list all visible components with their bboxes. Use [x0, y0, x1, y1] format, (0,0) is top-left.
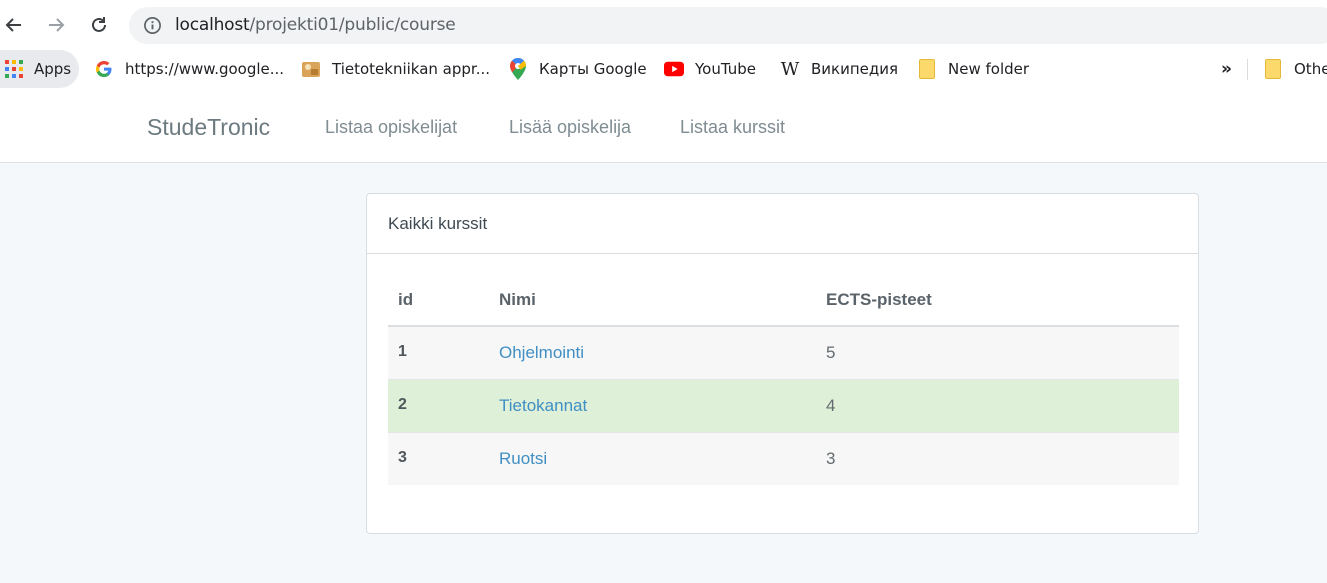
url-path: /projekti01/public/course: [249, 15, 456, 35]
folder-icon: [1263, 59, 1283, 79]
column-header-id: id: [398, 290, 414, 309]
bookmark-tietotekniikan[interactable]: Tietotekniikan appr...: [301, 50, 490, 88]
app-navbar: StudeTronic Listaa opiskelijat Lisää opi…: [0, 89, 1327, 163]
bookmark-label: Tietotekniikan appr...: [332, 60, 491, 78]
course-name-link[interactable]: Tietokannat: [499, 396, 587, 416]
back-arrow-icon: [5, 18, 21, 32]
bookmark-site-icon: [301, 59, 321, 79]
course-id: 1: [398, 343, 407, 360]
table-row: 2 Tietokannat 4: [388, 380, 1179, 433]
bookmark-label: Википедия: [811, 60, 899, 78]
bookmark-apps[interactable]: Apps: [4, 50, 71, 88]
bookmark-other[interactable]: Othe: [1263, 50, 1327, 88]
course-ects: 3: [826, 449, 836, 468]
course-id: 2: [398, 396, 407, 413]
url-text[interactable]: localhost/projekti01/public/course: [175, 15, 456, 35]
bookmarks-overflow-button[interactable]: »: [1221, 50, 1232, 88]
youtube-icon: [664, 59, 684, 79]
nav-list-students[interactable]: Listaa opiskelijat: [325, 117, 457, 138]
forward-arrow-icon: [49, 18, 65, 32]
bookmark-google[interactable]: https://www.google...: [94, 50, 284, 88]
bookmarks-bar: Apps https://www.google... Tietotekniika…: [0, 50, 1327, 89]
google-icon: [94, 59, 114, 79]
reload-button[interactable]: [85, 11, 113, 39]
back-button[interactable]: [0, 11, 28, 39]
bookmark-label: New folder: [948, 60, 1030, 78]
course-name-link[interactable]: Ruotsi: [499, 449, 547, 469]
table-row: 1 Ohjelmointi 5: [388, 327, 1179, 380]
reload-icon: [92, 17, 106, 32]
bookmark-label: YouTube: [695, 60, 756, 78]
browser-toolbar: localhost/projekti01/public/course: [0, 0, 1327, 50]
apps-grid-icon: [4, 59, 24, 79]
bookmark-youtube[interactable]: YouTube: [664, 50, 756, 88]
course-id: 3: [398, 449, 407, 466]
google-maps-icon: [508, 58, 528, 80]
bookmark-label: https://www.google...: [125, 60, 285, 78]
column-header-ects: ECTS-pisteet: [826, 290, 932, 309]
bookmarks-separator: [1247, 59, 1248, 80]
url-host: localhost: [175, 15, 250, 35]
site-info-icon[interactable]: [143, 16, 162, 40]
bookmark-label: Othe: [1294, 60, 1327, 78]
forward-button[interactable]: [42, 11, 70, 39]
courses-panel: Kaikki kurssit id Nimi ECTS-pisteet 1 Oh…: [366, 193, 1199, 534]
nav-list-courses[interactable]: Listaa kurssit: [680, 117, 785, 138]
folder-icon: [917, 59, 937, 79]
bookmark-new-folder[interactable]: New folder: [917, 50, 1029, 88]
course-name-link[interactable]: Ohjelmointi: [499, 343, 584, 363]
column-header-name: Nimi: [499, 290, 536, 309]
bookmark-google-maps[interactable]: Карты Google: [508, 50, 647, 88]
overflow-chevron-icon: »: [1221, 59, 1232, 79]
course-ects: 4: [826, 396, 836, 415]
panel-title: Kaikki kurssit: [388, 214, 488, 233]
table-header: id Nimi ECTS-pisteet: [388, 274, 1179, 327]
address-bar[interactable]: localhost/projekti01/public/course: [129, 7, 1327, 44]
courses-table: id Nimi ECTS-pisteet 1 Ohjelmointi 5 2 T…: [388, 274, 1179, 485]
bookmark-label: Карты Google: [539, 60, 647, 78]
bookmark-wikipedia[interactable]: W Википедия: [780, 50, 898, 88]
brand-link[interactable]: StudeTronic: [147, 114, 270, 141]
table-row: 3 Ruotsi 3: [388, 433, 1179, 485]
bookmark-label: Apps: [34, 60, 72, 78]
wikipedia-icon: W: [780, 58, 800, 80]
panel-header: Kaikki kurssit: [367, 194, 1198, 254]
course-ects: 5: [826, 343, 836, 362]
nav-add-student[interactable]: Lisää opiskelija: [509, 117, 631, 138]
